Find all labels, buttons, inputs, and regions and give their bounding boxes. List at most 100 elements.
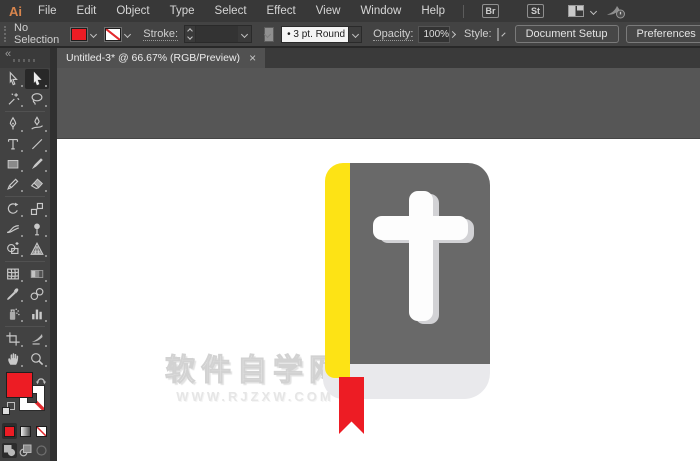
type-tool[interactable] (1, 134, 25, 154)
book-spine (325, 163, 350, 378)
perspective-grid-icon (30, 241, 44, 255)
menu-object[interactable]: Object (106, 0, 159, 22)
eraser-tool[interactable] (25, 174, 49, 194)
chevron-down-icon (90, 30, 98, 38)
gradient-tool[interactable] (25, 264, 49, 284)
width-tool[interactable] (1, 219, 25, 239)
none-mode-button[interactable] (34, 423, 49, 439)
blend-tool[interactable] (25, 284, 49, 304)
fill-color-dropdown[interactable] (71, 27, 98, 41)
menu-effect[interactable]: Effect (257, 0, 306, 22)
stroke-weight-stepper[interactable] (185, 26, 197, 42)
chevron-down-icon (264, 30, 272, 38)
magic-wand-tool[interactable] (1, 89, 25, 109)
stroke-panel-link[interactable]: Stroke: (143, 28, 179, 41)
draw-inside-button[interactable] (34, 443, 49, 458)
line-segment-tool[interactable] (25, 134, 49, 154)
fill-swatch[interactable] (71, 27, 88, 41)
width-icon (7, 225, 19, 234)
document-setup-button[interactable]: Document Setup (514, 25, 619, 43)
canvas[interactable]: 软件自学网 WWW.RJZXW.COM (57, 68, 700, 461)
hand-tool[interactable] (1, 349, 25, 369)
menu-type[interactable]: Type (160, 0, 205, 22)
puppet-warp-tool[interactable] (25, 219, 49, 239)
zoom-tool[interactable] (25, 349, 49, 369)
puppet-warp-icon (34, 223, 40, 236)
rotate-tool[interactable] (1, 199, 25, 219)
perspective-grid-tool[interactable] (25, 239, 49, 259)
arrange-documents-button[interactable] (568, 5, 598, 17)
selection-tool[interactable] (1, 69, 25, 89)
brush-definition-value[interactable]: • 3 pt. Round (282, 26, 349, 42)
scale-tool[interactable] (25, 199, 49, 219)
artboard[interactable]: 软件自学网 WWW.RJZXW.COM (57, 138, 700, 461)
opacity-field[interactable]: 100% (418, 25, 451, 43)
stroke-weight-field[interactable] (196, 26, 239, 42)
brush-definition-combo[interactable]: • 3 pt. Round (281, 25, 363, 43)
slice-tool[interactable] (25, 329, 49, 349)
curvature-tool[interactable] (25, 114, 49, 134)
menu-view[interactable]: View (306, 0, 351, 22)
bridge-button[interactable]: Br (482, 4, 499, 18)
stroke-color-dropdown[interactable] (105, 27, 132, 41)
shape-builder-tool[interactable] (1, 239, 25, 259)
document-tab[interactable]: Untitled-3* @ 66.67% (RGB/Preview) × (57, 48, 266, 68)
slice-icon (31, 334, 43, 345)
column-graph-icon (32, 309, 42, 320)
mesh-tool[interactable] (1, 264, 25, 284)
opacity-expand-button[interactable] (449, 26, 457, 43)
stroke-weight-dropdown[interactable] (238, 26, 251, 42)
control-bar: No Selection Stroke: • 3 pt. Round Opaci… (0, 22, 700, 48)
menu-file[interactable]: File (28, 0, 67, 22)
menu-help[interactable]: Help (411, 0, 455, 22)
preferences-button[interactable]: Preferences (625, 25, 700, 43)
paintbrush-tool[interactable] (25, 154, 49, 174)
brush-definition-dropdown[interactable] (348, 26, 362, 42)
stock-button[interactable]: St (527, 4, 544, 18)
collapse-panels-button[interactable]: « (5, 48, 11, 60)
cross-vertical (409, 191, 433, 321)
menu-edit[interactable]: Edit (67, 0, 107, 22)
swap-fill-stroke-icon[interactable] (36, 372, 47, 390)
chevron-down-icon (241, 30, 249, 38)
curvature-icon (31, 116, 43, 130)
none-mode-icon (35, 425, 47, 437)
stroke-swatch[interactable] (105, 27, 122, 41)
gradient-icon (30, 270, 44, 278)
shape-builder-icon (7, 241, 19, 255)
gradient-mode-icon (19, 425, 31, 437)
pencil-tool[interactable] (1, 174, 25, 194)
menu-select[interactable]: Select (205, 0, 257, 22)
draw-behind-icon (19, 444, 31, 457)
direct-selection-tool[interactable] (25, 69, 49, 89)
symbol-sprayer-tool[interactable] (1, 304, 25, 324)
draw-behind-button[interactable] (18, 443, 33, 458)
rectangle-tool[interactable] (1, 154, 25, 174)
color-mode-button[interactable] (1, 423, 17, 439)
cs-live-button[interactable] (606, 4, 626, 19)
tools-panel-drag-handle[interactable] (13, 59, 38, 62)
column-graph-tool[interactable] (25, 304, 49, 324)
menu-window[interactable]: Window (350, 0, 411, 22)
opacity-panel-link[interactable]: Opacity: (373, 28, 414, 41)
illustrator-window: Ai File Edit Object Type Select Effect V… (0, 0, 700, 461)
gradient-mode-button[interactable] (18, 423, 33, 439)
hand-icon (8, 353, 19, 365)
draw-normal-button[interactable] (1, 443, 17, 458)
bookmark-ribbon (339, 377, 364, 434)
close-tab-icon[interactable]: × (249, 52, 256, 64)
fill-indicator[interactable] (6, 372, 33, 398)
style-swatch[interactable] (496, 27, 499, 41)
lasso-tool[interactable] (25, 89, 49, 109)
arrange-documents-icon (568, 5, 584, 17)
stroke-weight-combo[interactable] (184, 25, 253, 43)
eyedropper-tool[interactable] (1, 284, 25, 304)
rotate-icon (7, 202, 19, 214)
watermark: 软件自学网 WWW.RJZXW.COM (165, 354, 345, 404)
artboard-tool[interactable] (1, 329, 25, 349)
pen-tool[interactable] (1, 114, 25, 134)
width-profile-dropdown[interactable] (264, 26, 275, 42)
bible-book-artwork[interactable] (323, 163, 490, 435)
default-fill-stroke-icon[interactable] (2, 402, 15, 415)
panel-drag-handle[interactable] (4, 26, 6, 42)
